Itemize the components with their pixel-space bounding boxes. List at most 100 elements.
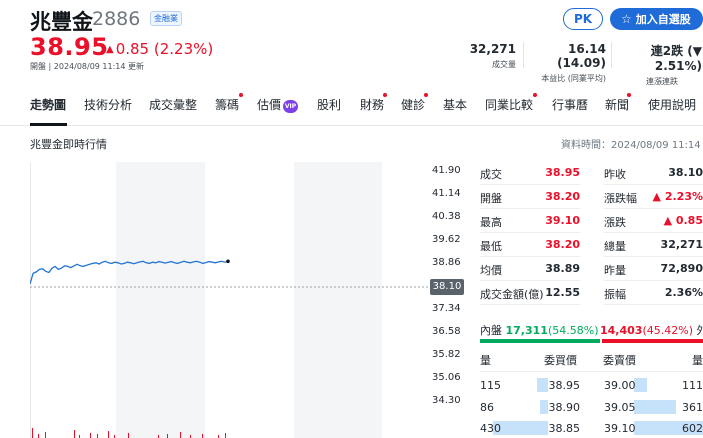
inner-ratio-bar <box>480 339 600 343</box>
tab-news[interactable]: 新聞 <box>605 96 629 113</box>
row-divider <box>604 232 703 233</box>
tab-basic[interactable]: 基本 <box>443 96 467 113</box>
price-change-value: 0.85 (2.23%) <box>115 40 214 58</box>
pk-button[interactable]: PK <box>563 8 603 30</box>
quote-value: 72,890 <box>660 262 703 275</box>
tab-trades[interactable]: 成交彙整 <box>149 96 197 113</box>
metric-volume: 32,271 成交量 <box>462 42 516 70</box>
ask-price[interactable]: 39.05 <box>604 401 636 419</box>
star-icon: ☆ <box>621 12 632 26</box>
bid-qty: 115 <box>480 379 501 392</box>
reference-price-badge: 38.10 <box>430 279 464 295</box>
notification-dot <box>627 93 631 97</box>
quote-value: 12.55 <box>545 286 580 299</box>
metric-pe: 16.14 (14.09) 本益比 (同業平均) <box>526 42 606 84</box>
inner-label: 內盤 <box>480 324 502 337</box>
tab-help[interactable]: 使用說明 <box>648 96 696 113</box>
quote-value: 38.95 <box>545 166 580 179</box>
y-tick-label: 41.14 <box>432 188 461 199</box>
ask-qty: 602 <box>682 422 703 435</box>
chart-left-border <box>30 162 31 438</box>
tab-valuation[interactable]: 估價 VIP <box>257 96 299 113</box>
tab-financial[interactable]: 財務 <box>360 96 384 113</box>
row-divider <box>604 208 703 209</box>
ask-price[interactable]: 39.10 <box>604 422 636 438</box>
outer-ratio-bar <box>602 339 703 343</box>
outer-volume: 14,403(45.42%) 外盤 <box>600 322 703 338</box>
metric-label: 連漲連跌 <box>646 77 678 86</box>
quote-label: 振幅 <box>604 288 626 301</box>
active-tab-indicator <box>30 123 67 126</box>
tab-valuation-label: 估價 <box>257 98 282 112</box>
update-timestamp: 開盤 | 2024/08/09 11:14 更新 <box>30 62 145 71</box>
volume-bar <box>202 434 203 438</box>
y-tick-label: 35.06 <box>432 372 461 383</box>
row-divider <box>604 184 703 185</box>
notification-dot <box>424 93 428 97</box>
quote-label: 開盤 <box>480 192 502 205</box>
tab-dividend[interactable]: 股利 <box>317 96 341 113</box>
volume-bar <box>38 434 39 438</box>
y-tick-label: 40.38 <box>432 211 461 222</box>
volume-bar <box>225 433 226 438</box>
quote-value: 38.20 <box>545 190 580 203</box>
tab-chips[interactable]: 籌碼 <box>215 96 239 113</box>
volume-bar <box>167 434 168 438</box>
tab-peers[interactable]: 同業比較 <box>485 96 533 113</box>
vip-badge: VIP <box>283 100 299 113</box>
quote-label: 最高 <box>480 216 502 229</box>
metric-label: 成交量 <box>492 60 516 69</box>
time-band <box>294 162 382 438</box>
metric-value: 連2跌 (▼ 2.51%) <box>650 44 702 73</box>
bid-price[interactable]: 38.95 <box>546 379 581 397</box>
quote-label: 昨量 <box>604 264 626 277</box>
current-price: 38.95 <box>30 33 109 61</box>
industry-tag[interactable]: 金融業 <box>150 11 182 26</box>
row-divider <box>480 232 580 233</box>
add-watchlist-button[interactable]: ☆ 加入自選股 <box>610 8 703 30</box>
quote-value: 39.10 <box>545 214 580 227</box>
row-divider <box>604 304 703 305</box>
metric-value: 32,271 <box>469 42 516 56</box>
volume-bar <box>97 434 98 438</box>
row-divider <box>604 280 703 281</box>
row-divider <box>480 280 580 281</box>
outer-pct: (45.42%) <box>642 324 693 337</box>
bid-qty-header: 量 <box>480 354 491 367</box>
quote-value: 2.36% <box>664 286 703 299</box>
volume-bar <box>108 431 109 438</box>
bid-qty: 430 <box>480 422 501 435</box>
quote-label: 成交金額(億) <box>480 288 544 301</box>
notification-dot <box>533 93 537 97</box>
quote-value: ▲ 2.23% <box>652 190 703 203</box>
volume-bar <box>45 432 46 438</box>
orderbook-divider <box>480 371 703 372</box>
ask-price[interactable]: 39.00 <box>604 379 636 397</box>
inner-pct: (54.58%) <box>547 324 599 337</box>
tab-calendar[interactable]: 行事曆 <box>552 96 588 113</box>
bid-price[interactable]: 38.85 <box>546 422 581 438</box>
y-tick-label: 36.58 <box>432 326 461 337</box>
intraday-chart[interactable] <box>30 162 428 438</box>
row-divider <box>604 256 703 257</box>
volume-bar <box>128 433 129 438</box>
up-triangle-icon: ▲ <box>106 44 114 55</box>
tab-trend[interactable]: 走勢圖 <box>30 96 66 113</box>
tab-health[interactable]: 健診 <box>401 96 425 113</box>
outer-value: 14,403 <box>600 324 643 337</box>
row-divider <box>480 304 580 305</box>
quote-value: ▲ 0.85 <box>663 214 703 227</box>
tab-technical[interactable]: 技術分析 <box>84 96 132 113</box>
y-tick-label: 34.30 <box>432 395 461 406</box>
inner-value: 17,311 <box>505 324 548 337</box>
quote-label: 成交 <box>480 168 502 181</box>
y-tick-label: 39.62 <box>432 234 461 245</box>
bid-price[interactable]: 38.90 <box>546 401 581 419</box>
quote-value: 38.10 <box>668 166 703 179</box>
volume-bar <box>90 433 91 438</box>
inner-volume: 內盤 17,311(54.58%) <box>480 322 598 338</box>
row-divider <box>480 184 580 185</box>
ask-qty-header: 量 <box>692 354 703 367</box>
bid-price-header: 委買價 <box>544 354 577 367</box>
quote-label: 漲跌 <box>604 216 626 229</box>
